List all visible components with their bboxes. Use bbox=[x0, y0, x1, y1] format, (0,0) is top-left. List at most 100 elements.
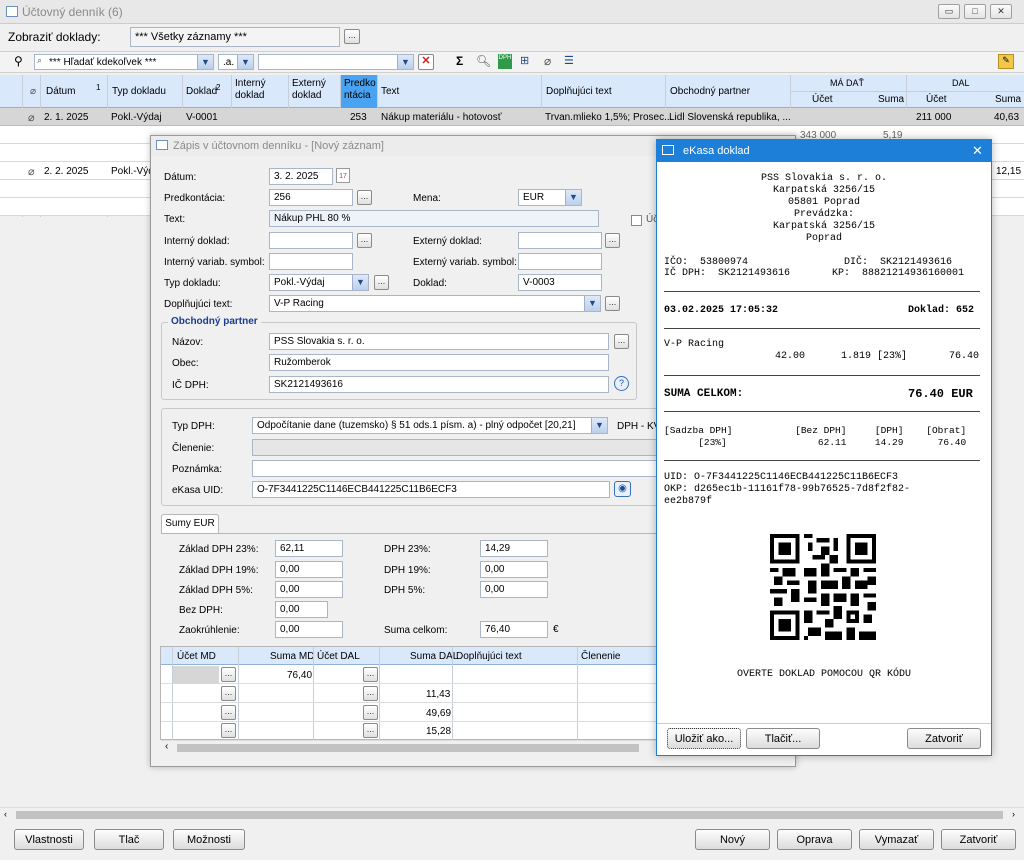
zaklad19-field[interactable]: 0,00 bbox=[275, 561, 343, 578]
col-date[interactable]: Dátum bbox=[46, 86, 75, 97]
icdph-field[interactable]: SK2121493616 bbox=[269, 376, 609, 393]
calendar-icon[interactable]: 17 bbox=[336, 168, 350, 183]
dph-icon[interactable]: DPH bbox=[498, 54, 512, 69]
col-ucet-dal[interactable]: Účet DAL bbox=[317, 651, 360, 662]
typ-dokladu-select[interactable]: Pokl.-Výdaj ▼ bbox=[269, 274, 369, 291]
tlac-button[interactable]: Tlač bbox=[94, 829, 164, 850]
row-browse-button[interactable]: ... bbox=[363, 667, 378, 682]
row-browse-button[interactable]: ... bbox=[221, 705, 236, 720]
scroll-left-icon[interactable]: ‹ bbox=[4, 809, 7, 819]
scroll-left-icon[interactable]: ‹ bbox=[165, 741, 168, 752]
list-icon[interactable]: ☰ bbox=[564, 54, 574, 67]
close-receipt-button[interactable]: Zatvoriť bbox=[907, 728, 981, 749]
tab-sumy-eur[interactable]: Sumy EUR bbox=[161, 514, 219, 534]
filter-browse-button[interactable]: ... bbox=[344, 29, 360, 44]
text-field[interactable]: Nákup PHL 80 % bbox=[269, 210, 599, 227]
dph19-field[interactable]: 0,00 bbox=[480, 561, 548, 578]
clear-search-button[interactable]: ✕ bbox=[418, 54, 434, 70]
row-browse-button[interactable]: ... bbox=[363, 686, 378, 701]
col-ma-dat-suma[interactable]: Suma bbox=[878, 94, 904, 105]
close-icon[interactable]: ✕ bbox=[972, 143, 983, 159]
chevron-down-icon[interactable]: ▼ bbox=[197, 55, 213, 69]
col-dal-ucet[interactable]: Účet bbox=[926, 94, 947, 105]
help-icon[interactable]: ? bbox=[614, 376, 629, 391]
row-browse-button[interactable]: ... bbox=[363, 723, 378, 738]
typ-browse-button[interactable]: ... bbox=[374, 275, 389, 290]
col-doc-type[interactable]: Typ dokladu bbox=[112, 86, 166, 97]
moznosti-button[interactable]: Možnosti bbox=[173, 829, 245, 850]
uc-checkbox[interactable] bbox=[631, 215, 642, 226]
zaokr-field[interactable]: 0,00 bbox=[275, 621, 343, 638]
externy-doklad-field[interactable] bbox=[518, 232, 602, 249]
chevron-down-icon[interactable]: ▼ bbox=[397, 55, 413, 69]
bezdph-field[interactable]: 0,00 bbox=[275, 601, 328, 618]
preview-icon[interactable]: 🔍︎ bbox=[476, 54, 491, 68]
suma-celkom-field[interactable]: 76,40 bbox=[480, 621, 548, 638]
filter-field[interactable]: *** Všetky záznamy *** bbox=[130, 27, 340, 47]
nazov-field[interactable]: PSS Slovakia s. r. o. bbox=[269, 333, 609, 350]
row-browse-button[interactable]: ... bbox=[221, 667, 236, 682]
clenenie-field[interactable] bbox=[252, 439, 672, 456]
row-browse-button[interactable]: ... bbox=[363, 705, 378, 720]
col-doc[interactable]: Doklad bbox=[186, 86, 217, 97]
predkontacia-field[interactable]: 256 bbox=[269, 189, 353, 206]
int-var-field[interactable] bbox=[269, 253, 353, 270]
typ-dph-select[interactable]: Odpočítanie dane (tuzemsko) § 51 ods.1 p… bbox=[252, 417, 608, 434]
novy-button[interactable]: Nový bbox=[695, 829, 770, 850]
interny-browse-button[interactable]: ... bbox=[357, 233, 372, 248]
close-button[interactable]: ✕ bbox=[990, 4, 1012, 19]
oprava-button[interactable]: Oprava bbox=[777, 829, 852, 850]
scroll-thumb[interactable] bbox=[177, 744, 639, 752]
sum-icon[interactable]: Σ bbox=[456, 54, 463, 68]
search-text-input[interactable]: ▼ bbox=[258, 54, 414, 70]
col-internal-doc[interactable]: Interný doklad bbox=[235, 78, 275, 102]
dph23-field[interactable]: 14,29 bbox=[480, 540, 548, 557]
search-input[interactable]: *** Hľadať kdekoľvek *** ▼ bbox=[34, 54, 214, 70]
attachment-icon[interactable]: ⌀ bbox=[544, 54, 551, 68]
chevron-down-icon[interactable]: ▼ bbox=[591, 418, 607, 433]
dph5-field[interactable]: 0,00 bbox=[480, 581, 548, 598]
scroll-thumb[interactable] bbox=[16, 811, 1003, 819]
dopl-browse-button[interactable]: ... bbox=[605, 296, 620, 311]
dopl-text-select[interactable]: V-P Racing ▼ bbox=[269, 295, 601, 312]
tree-icon[interactable]: ⊞ bbox=[520, 54, 529, 67]
zaklad23-field[interactable]: 62,11 bbox=[275, 540, 343, 557]
doklad-field[interactable]: V-0003 bbox=[518, 274, 602, 291]
col-partner[interactable]: Obchodný partner bbox=[670, 86, 750, 97]
obec-field[interactable]: Ružomberok bbox=[269, 354, 609, 371]
row-browse-button[interactable]: ... bbox=[221, 723, 236, 738]
col-dopl[interactable]: Doplňujúci text bbox=[456, 651, 522, 662]
vlastnosti-button[interactable]: Vlastnosti bbox=[14, 829, 84, 850]
zaklad5-field[interactable]: 0,00 bbox=[275, 581, 343, 598]
col-clenenie[interactable]: Členenie bbox=[581, 651, 620, 662]
predkontacia-browse-button[interactable]: ... bbox=[357, 190, 372, 205]
chevron-down-icon[interactable]: ▼ bbox=[352, 275, 368, 290]
col-suma-md[interactable]: Suma MD bbox=[270, 651, 314, 662]
print-button[interactable]: Tlačiť... bbox=[746, 728, 820, 749]
col-ma-dat-ucet[interactable]: Účet bbox=[812, 94, 833, 105]
nazov-browse-button[interactable]: ... bbox=[614, 334, 629, 349]
lines-hscrollbar[interactable]: ‹ bbox=[161, 741, 659, 754]
externy-browse-button[interactable]: ... bbox=[605, 233, 620, 248]
scroll-right-icon[interactable]: › bbox=[1012, 809, 1015, 819]
zatvorit-button[interactable]: Zatvoriť bbox=[941, 829, 1016, 850]
chevron-down-icon[interactable]: ▼ bbox=[565, 190, 581, 205]
mena-select[interactable]: EUR ▼ bbox=[518, 189, 582, 206]
maximize-button[interactable]: □ bbox=[964, 4, 986, 19]
chevron-down-icon[interactable]: ▼ bbox=[584, 296, 600, 311]
interny-doklad-field[interactable] bbox=[269, 232, 353, 249]
ekasa-uid-field[interactable]: O-7F3441225C1146ECB441225C11B6ECF3 bbox=[252, 481, 610, 498]
col-ucet-md[interactable]: Účet MD bbox=[177, 651, 216, 662]
settings-icon[interactable]: ✎ bbox=[998, 54, 1014, 69]
ext-var-field[interactable] bbox=[518, 253, 602, 270]
col-text[interactable]: Text bbox=[381, 86, 399, 97]
poznamka-field[interactable] bbox=[252, 460, 672, 477]
eye-icon[interactable]: ◉ bbox=[614, 481, 631, 497]
col-external-doc[interactable]: Externý doklad bbox=[292, 78, 332, 102]
search-mode-select[interactable]: .a. ▼ bbox=[218, 54, 254, 70]
minimize-button[interactable]: ▭ bbox=[938, 4, 960, 19]
binoculars-icon[interactable]: ⚲ bbox=[14, 54, 23, 68]
chevron-down-icon[interactable]: ▼ bbox=[237, 55, 253, 69]
datum-field[interactable]: 3. 2. 2025 bbox=[269, 168, 333, 185]
col-dal-suma[interactable]: Suma bbox=[995, 94, 1021, 105]
